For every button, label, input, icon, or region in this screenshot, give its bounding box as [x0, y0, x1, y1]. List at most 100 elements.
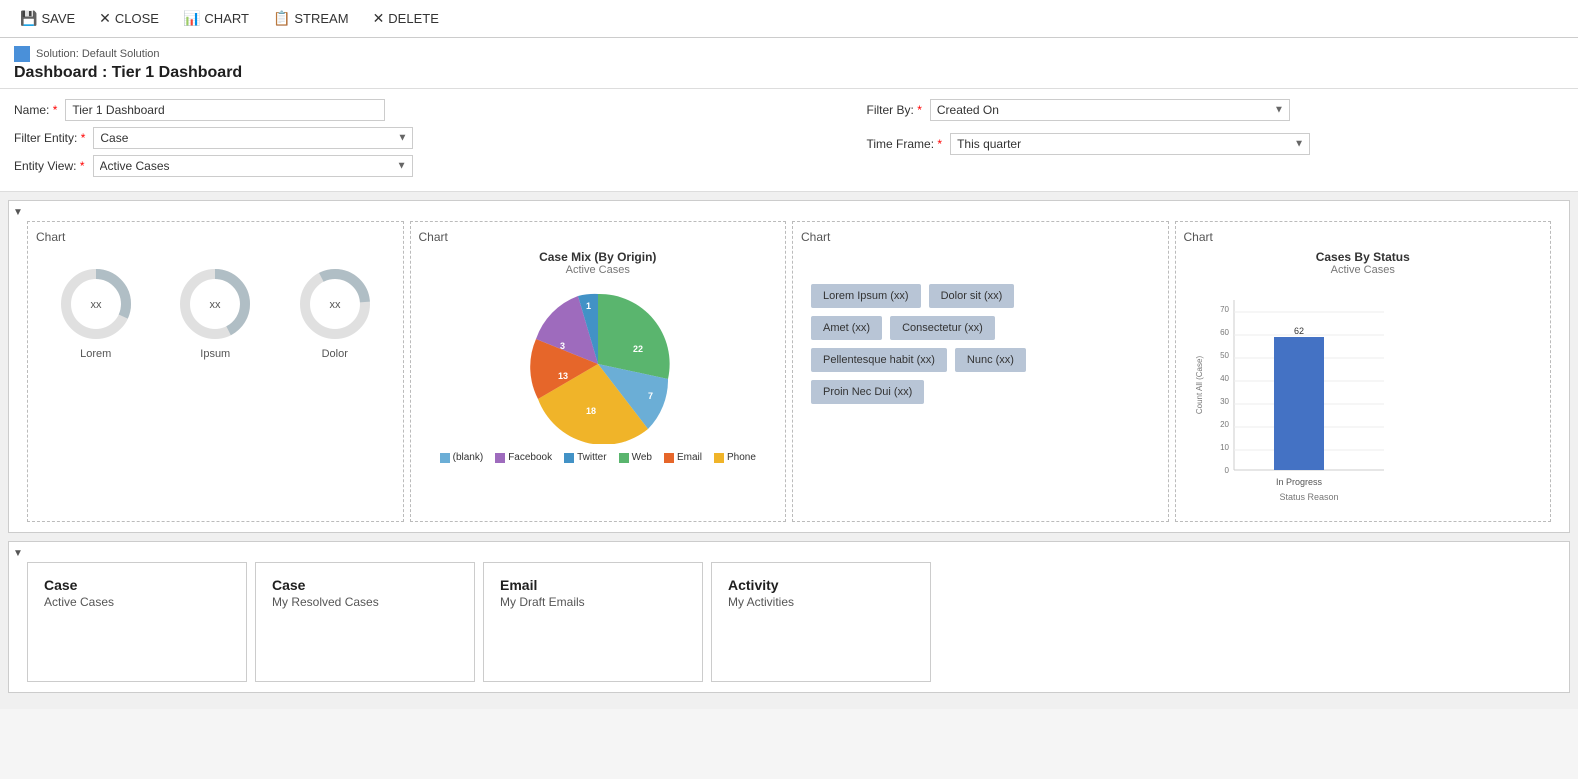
svg-text:18: 18 — [586, 406, 596, 416]
svg-text:40: 40 — [1220, 374, 1229, 383]
list-card-4[interactable]: Activity My Activities — [711, 562, 931, 682]
section-collapse-icon[interactable]: ▼ — [13, 207, 23, 218]
svg-text:13: 13 — [558, 371, 568, 381]
svg-text:Count All (Case): Count All (Case) — [1195, 356, 1204, 415]
time-frame-label: Time Frame: * — [867, 137, 943, 151]
list-section: ▼ Case Active Cases Case My Resolved Cas… — [8, 541, 1570, 693]
pie-area: 22 18 13 3 7 1 — [419, 284, 778, 444]
list-card-3-view: My Draft Emails — [500, 595, 686, 609]
entity-view-label: Entity View: * — [14, 159, 85, 173]
list-card-2[interactable]: Case My Resolved Cases — [255, 562, 475, 682]
chart-icon: 📊 — [183, 10, 200, 27]
svg-text:50: 50 — [1220, 351, 1229, 360]
donut-row: xx Lorem xx Ipsum — [36, 264, 395, 360]
legend-dot-web — [619, 453, 629, 463]
bar-chart-title: Cases By Status — [1184, 250, 1543, 264]
legend-blank: (blank) — [440, 452, 484, 463]
tag-btn-nunc[interactable]: Nunc (xx) — [955, 348, 1026, 372]
chart-box-1: Chart xx Lorem — [27, 221, 404, 522]
svg-text:xx: xx — [90, 299, 102, 311]
pie-title: Case Mix (By Origin) — [419, 250, 778, 264]
legend-web: Web — [619, 452, 652, 463]
filter-entity-select[interactable]: Case — [93, 127, 413, 149]
solution-label: Solution: Default Solution — [36, 48, 160, 60]
list-card-1-entity: Case — [44, 577, 230, 593]
tag-btn-pellentesque[interactable]: Pellentesque habit (xx) — [811, 348, 947, 372]
close-button[interactable]: ✕ CLOSE — [91, 6, 167, 31]
donut-item-1: xx Lorem — [56, 264, 136, 360]
chart-button[interactable]: 📊 CHART — [175, 6, 257, 31]
list-card-4-entity: Activity — [728, 577, 914, 593]
time-frame-select[interactable]: This quarter — [950, 133, 1310, 155]
legend-phone: Phone — [714, 452, 756, 463]
filter-by-select-wrap: Created On ▼ — [930, 99, 1290, 121]
chart-box-2: Chart Case Mix (By Origin) Active Cases — [410, 221, 787, 522]
tag-btn-dolor-sit[interactable]: Dolor sit (xx) — [929, 284, 1015, 308]
solution-line: Solution: Default Solution — [14, 46, 1564, 62]
svg-text:xx: xx — [210, 299, 222, 311]
name-input[interactable] — [65, 99, 385, 121]
pie-legend: (blank) Facebook Twitter Web — [419, 452, 778, 463]
list-card-2-entity: Case — [272, 577, 458, 593]
name-label: Name: * — [14, 103, 57, 117]
svg-text:In Progress: In Progress — [1275, 477, 1322, 487]
legend-dot-blank — [440, 453, 450, 463]
svg-text:22: 22 — [633, 344, 643, 354]
svg-text:30: 30 — [1220, 397, 1229, 406]
delete-button[interactable]: ✕ DELETE — [365, 6, 447, 31]
list-card-3-entity: Email — [500, 577, 686, 593]
toolbar: 💾 SAVE ✕ CLOSE 📊 CHART 📋 STREAM ✕ DELETE — [0, 0, 1578, 38]
stream-button[interactable]: 📋 STREAM — [265, 6, 357, 31]
tag-btn-lorem-ipsum[interactable]: Lorem Ipsum (xx) — [811, 284, 921, 308]
svg-text:20: 20 — [1220, 420, 1229, 429]
bar-chart-area: 0 10 20 30 40 50 60 70 — [1184, 280, 1543, 513]
tag-btn-consectetur[interactable]: Consectetur (xx) — [890, 316, 995, 340]
donut-label-1: Lorem — [56, 348, 136, 360]
page-title: Dashboard : Tier 1 Dashboard — [14, 64, 1564, 82]
chart-box-4: Chart Cases By Status Active Cases 0 10 … — [1175, 221, 1552, 522]
tag-row-1: Lorem Ipsum (xx) Dolor sit (xx) — [811, 284, 1014, 308]
svg-text:xx: xx — [329, 299, 341, 311]
donut-svg-2: xx — [175, 264, 255, 344]
tag-row-3: Pellentesque habit (xx) Nunc (xx) — [811, 348, 1026, 372]
bar-chart-svg: 0 10 20 30 40 50 60 70 — [1194, 290, 1394, 510]
filter-entity-label: Filter Entity: * — [14, 131, 85, 145]
tag-row-4: Proin Nec Dui (xx) — [811, 380, 924, 404]
list-section-collapse-icon[interactable]: ▼ — [13, 548, 23, 559]
svg-text:62: 62 — [1293, 326, 1303, 336]
legend-facebook: Facebook — [495, 452, 552, 463]
delete-icon: ✕ — [373, 10, 385, 27]
time-frame-select-wrap: This quarter ▼ — [950, 133, 1310, 155]
svg-text:60: 60 — [1220, 328, 1229, 337]
chart2-label: Chart — [419, 230, 778, 244]
save-button[interactable]: 💾 SAVE — [12, 6, 83, 31]
donut-svg-1: xx — [56, 264, 136, 344]
list-card-4-view: My Activities — [728, 595, 914, 609]
legend-dot-email — [664, 453, 674, 463]
charts-section: ▼ Chart xx Lorem — [8, 200, 1570, 533]
entity-view-select-wrap: Active Cases ▼ — [93, 155, 413, 177]
form-area: Name: * Filter Entity: * Case — [0, 89, 1578, 192]
page-header: Solution: Default Solution Dashboard : T… — [0, 38, 1578, 89]
donut-item-2: xx Ipsum — [175, 264, 255, 360]
list-card-1[interactable]: Case Active Cases — [27, 562, 247, 682]
list-card-3[interactable]: Email My Draft Emails — [483, 562, 703, 682]
legend-twitter: Twitter — [564, 452, 606, 463]
dashboard-area: ▼ Chart xx Lorem — [0, 192, 1578, 709]
tag-btn-proin[interactable]: Proin Nec Dui (xx) — [811, 380, 924, 404]
tag-btn-amet[interactable]: Amet (xx) — [811, 316, 882, 340]
bar-chart-subtitle: Active Cases — [1184, 264, 1543, 276]
entity-view-select[interactable]: Active Cases — [93, 155, 413, 177]
donut-label-2: Ipsum — [175, 348, 255, 360]
list-card-2-view: My Resolved Cases — [272, 595, 458, 609]
filter-by-select[interactable]: Created On — [930, 99, 1290, 121]
save-icon: 💾 — [20, 10, 37, 27]
chart-box-3: Chart Lorem Ipsum (xx) Dolor sit (xx) Am… — [792, 221, 1169, 522]
tag-grid: Lorem Ipsum (xx) Dolor sit (xx) Amet (xx… — [801, 274, 1160, 414]
close-icon: ✕ — [99, 10, 111, 27]
filter-by-label: Filter By: * — [867, 103, 922, 117]
chart1-label: Chart — [36, 230, 395, 244]
legend-dot-facebook — [495, 453, 505, 463]
svg-text:0: 0 — [1224, 466, 1229, 475]
solution-icon — [14, 46, 30, 62]
